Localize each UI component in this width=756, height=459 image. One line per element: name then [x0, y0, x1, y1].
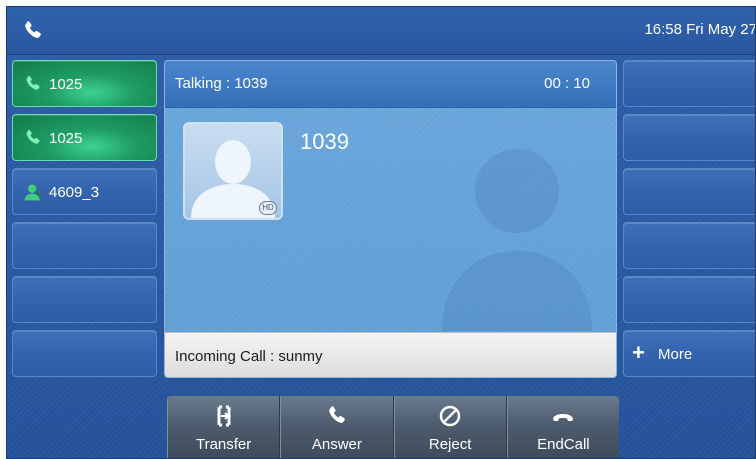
contact-avatar: HD [183, 122, 283, 220]
phone-icon [26, 75, 40, 90]
phone-icon [25, 21, 41, 38]
endcall-label: EndCall [537, 436, 590, 453]
line-key-1[interactable]: 1025 [12, 60, 157, 107]
right-key-1[interactable] [623, 60, 755, 107]
phone-screen: 16:58 Fri May 27 1025 1025 4609_3 + More [6, 6, 756, 459]
more-label: More [658, 346, 693, 363]
incoming-call-text: Incoming Call : sunmy [175, 348, 323, 365]
contact-icon [24, 184, 42, 201]
line-key-3[interactable]: 4609_3 [12, 168, 157, 215]
phone-icon [26, 129, 40, 144]
contact-number: 1039 [300, 129, 349, 154]
status-bar: 16:58 Fri May 27 [7, 7, 756, 55]
endcall-button[interactable]: EndCall [506, 396, 619, 458]
call-panel: Talking : 1039 00 : 10 HD 1039 Incoming … [164, 60, 617, 378]
line-key-label: 1025 [49, 130, 83, 147]
transfer-label: Transfer [195, 436, 252, 453]
line-key-5[interactable] [12, 276, 157, 323]
reject-icon [439, 405, 461, 427]
right-key-5[interactable] [623, 276, 755, 323]
line-key-label: 1025 [49, 76, 83, 93]
transfer-button[interactable]: Transfer [167, 396, 281, 458]
line-key-2[interactable]: 1025 [12, 114, 157, 161]
answer-button[interactable]: Answer [280, 396, 394, 458]
background-silhouette [442, 149, 592, 331]
right-key-4[interactable] [623, 222, 755, 269]
plus-icon: + [632, 340, 645, 365]
right-key-3[interactable] [623, 168, 755, 215]
line-key-6[interactable] [12, 330, 157, 377]
call-header: Talking : 1039 00 : 10 [165, 61, 616, 108]
softkey-bar: Transfer Answer Reject EndCall [167, 396, 619, 458]
call-state: Talking : 1039 [175, 75, 268, 92]
transfer-icon [217, 405, 231, 427]
more-button[interactable]: + More [623, 330, 755, 377]
right-key-2[interactable] [623, 114, 755, 161]
incoming-call-bar[interactable]: Incoming Call : sunmy [165, 332, 616, 377]
answer-icon [329, 406, 345, 423]
status-time: 16:58 Fri May 27 [644, 21, 756, 38]
reject-label: Reject [428, 436, 472, 453]
line-key-label: 4609_3 [49, 184, 100, 201]
call-timer: 00 : 10 [544, 75, 590, 92]
hd-badge: HD [259, 201, 277, 215]
answer-label: Answer [311, 436, 362, 453]
endcall-icon [553, 414, 574, 421]
reject-button[interactable]: Reject [393, 396, 507, 458]
line-key-4[interactable] [12, 222, 157, 269]
